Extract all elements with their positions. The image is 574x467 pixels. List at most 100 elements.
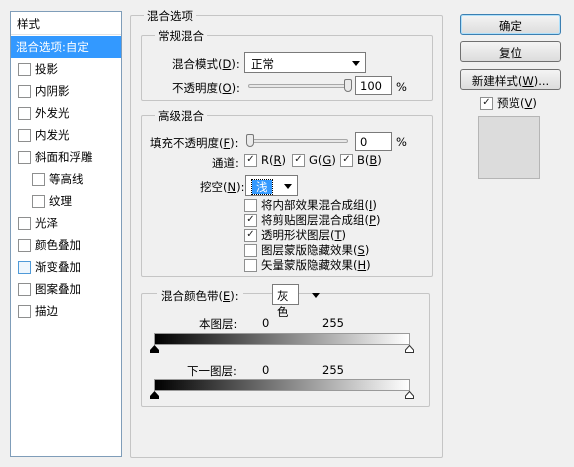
style-checkbox[interactable] <box>18 282 31 296</box>
style-checkbox[interactable] <box>18 260 31 274</box>
style-checkbox[interactable] <box>18 216 31 230</box>
knockout-label: 挖空(N): <box>200 180 245 194</box>
check-icon: ✓ <box>244 213 257 227</box>
advanced-option-label: 矢量蒙版隐藏效果(H) <box>261 258 371 272</box>
style-list-item-label: 纹理 <box>49 194 72 208</box>
advanced-option-label: 将内部效果混合成组(I) <box>261 198 377 212</box>
style-list-item-label: 颜色叠加 <box>35 238 81 252</box>
style-checkbox[interactable] <box>18 304 31 318</box>
style-list-item-label: 光泽 <box>35 216 58 230</box>
style-list-item-label: 投影 <box>35 62 58 76</box>
style-list-item[interactable]: 图案叠加 <box>11 278 121 300</box>
reset-button[interactable]: 复位 <box>460 41 561 62</box>
this-layer-white-slider[interactable] <box>405 345 414 353</box>
opacity-label: 不透明度(O): <box>172 81 240 95</box>
style-list-item[interactable]: 斜面和浮雕 <box>11 146 121 168</box>
style-checkbox[interactable] <box>18 238 31 252</box>
this-layer-gradient <box>154 333 410 345</box>
advanced-option-checkbox[interactable]: 将内部效果混合成组(I) <box>244 197 377 213</box>
advanced-option-checkbox[interactable]: ✓ 透明形状图层(T) <box>244 227 346 243</box>
style-list-item-label: 内发光 <box>35 128 70 142</box>
advanced-option-checkbox[interactable]: 矢量蒙版隐藏效果(H) <box>244 257 371 273</box>
style-checkbox[interactable] <box>32 172 45 186</box>
blend-if-select-dropdown[interactable] <box>272 284 299 305</box>
style-checkbox[interactable] <box>32 194 45 208</box>
chevron-down-icon <box>352 61 360 66</box>
this-layer-label: 本图层: <box>199 317 238 331</box>
style-list-item-label: 斜面和浮雕 <box>35 150 93 164</box>
style-checkbox[interactable] <box>18 128 31 142</box>
underlying-layer-gradient <box>154 379 410 391</box>
knockout-value: 浅 <box>251 179 273 195</box>
underlying-layer-black-slider[interactable] <box>150 391 159 399</box>
style-checkbox[interactable] <box>18 106 31 120</box>
this-layer-black-slider[interactable] <box>150 345 159 353</box>
channel-checkbox[interactable]: ✓ G(G) <box>292 153 336 167</box>
style-list-item[interactable]: 渐变叠加 <box>11 256 121 278</box>
advanced-option-label: 图层蒙版隐藏效果(S) <box>261 243 370 257</box>
advanced-option-checkbox[interactable]: 图层蒙版隐藏效果(S) <box>244 242 369 258</box>
style-checkbox[interactable] <box>18 84 31 98</box>
style-list-item[interactable]: 外发光 <box>11 102 121 124</box>
opacity-input[interactable]: 100 <box>355 76 392 95</box>
advanced-option-checkbox[interactable]: ✓ 将剪贴图层混合成组(P) <box>244 212 380 228</box>
check-icon <box>244 198 257 212</box>
preview-checkbox[interactable]: ✓ 预览(V) <box>480 95 537 111</box>
channel-label: G(G) <box>309 153 336 167</box>
knockout-select[interactable]: 浅 <box>245 175 298 196</box>
blend-mode-select[interactable]: 正常 <box>244 52 366 73</box>
style-list-item[interactable]: 描边 <box>11 300 121 322</box>
fill-opacity-input[interactable]: 0 <box>355 132 392 151</box>
style-list-item-label: 混合选项:自定 <box>16 40 89 54</box>
channel-checkbox[interactable]: ✓ R(R) <box>244 153 286 167</box>
fill-opacity-percent: % <box>396 135 407 149</box>
fill-opacity-label: 填充不透明度(F): <box>150 136 239 150</box>
check-icon: ✓ <box>244 153 257 167</box>
check-icon: ✓ <box>292 153 305 167</box>
style-list-item-label: 描边 <box>35 304 58 318</box>
styles-list: 样式 混合选项:自定 投影 内阴影 外发光 内发光 斜面和浮雕 等高线 纹理 光泽 颜色叠加 渐变叠… <box>10 11 122 457</box>
channel-label: R(R) <box>261 153 286 167</box>
style-list-item-label: 渐变叠加 <box>35 260 81 274</box>
style-checkbox[interactable] <box>18 62 31 76</box>
fill-opacity-slider-thumb[interactable] <box>246 134 254 147</box>
opacity-percent: % <box>396 80 407 94</box>
this-layer-low: 0 <box>262 316 270 330</box>
blending-options-title: 混合选项 <box>144 8 196 24</box>
underlying-layer-label: 下一图层: <box>187 364 237 378</box>
channel-label: B(B) <box>357 153 382 167</box>
style-list-item[interactable]: 颜色叠加 <box>11 234 121 256</box>
channels-row: ✓ R(R) ✓ G(G) ✓ B(B) <box>244 153 434 169</box>
style-list-item[interactable]: 投影 <box>11 58 121 80</box>
advanced-option-label: 透明形状图层(T) <box>261 228 347 242</box>
channels-label: 通道: <box>212 156 239 170</box>
style-list-item-label: 外发光 <box>35 106 70 120</box>
blend-mode-value: 正常 <box>251 57 274 71</box>
style-list-item[interactable]: 内阴影 <box>11 80 121 102</box>
check-icon: ✓ <box>480 96 493 110</box>
style-list-item-label: 等高线 <box>49 172 84 186</box>
chevron-down-icon <box>312 293 320 298</box>
style-list-item[interactable]: 混合选项:自定 <box>11 36 121 58</box>
style-list-item[interactable]: 纹理 <box>11 190 121 212</box>
underlying-layer-white-slider[interactable] <box>405 391 414 399</box>
style-list-item[interactable]: 光泽 <box>11 212 121 234</box>
check-icon <box>244 258 257 272</box>
channel-checkbox[interactable]: ✓ B(B) <box>340 153 382 167</box>
general-blending-title: 常规混合 <box>155 28 207 44</box>
style-checkbox[interactable] <box>18 150 31 164</box>
new-style-button[interactable]: 新建样式(W)... <box>460 69 561 90</box>
style-list-item[interactable]: 等高线 <box>11 168 121 190</box>
style-list-item[interactable]: 内发光 <box>11 124 121 146</box>
opacity-slider-track[interactable] <box>248 84 350 88</box>
advanced-option-label: 将剪贴图层混合成组(P) <box>261 213 381 227</box>
ok-button[interactable]: 确定 <box>460 14 561 35</box>
fill-opacity-slider-track[interactable] <box>246 139 348 143</box>
this-layer-high: 255 <box>322 316 344 330</box>
opacity-slider-thumb[interactable] <box>344 79 352 92</box>
style-list-item-label: 内阴影 <box>35 84 70 98</box>
preview-swatch <box>478 116 540 179</box>
advanced-blending-title: 高级混合 <box>155 108 207 124</box>
blend-mode-label: 混合模式(D): <box>172 57 240 71</box>
underlying-layer-high: 255 <box>322 363 344 377</box>
